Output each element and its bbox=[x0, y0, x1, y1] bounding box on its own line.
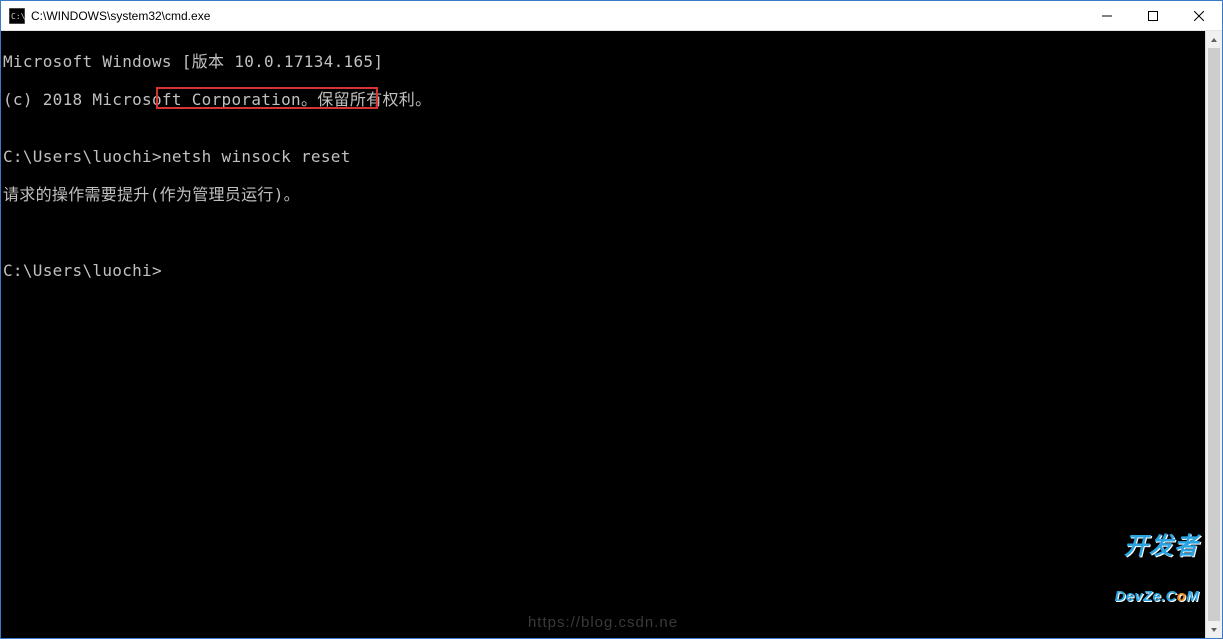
console-line-prompt1: C:\Users\luochi>netsh winsock reset bbox=[3, 147, 1203, 166]
window-title: C:\WINDOWS\system32\cmd.exe bbox=[31, 9, 1084, 23]
watermark-brand-cn: 开发者 bbox=[1115, 535, 1199, 559]
console-line-version: Microsoft Windows [版本 10.0.17134.165] bbox=[3, 52, 1203, 71]
window-controls bbox=[1084, 1, 1222, 30]
scroll-track[interactable] bbox=[1206, 48, 1222, 621]
console-content[interactable]: Microsoft Windows [版本 10.0.17134.165] (c… bbox=[1, 31, 1205, 638]
console-line-prompt2: C:\Users\luochi> bbox=[3, 261, 1203, 280]
console-line-copyright: (c) 2018 Microsoft Corporation。保留所有权利。 bbox=[3, 90, 1203, 109]
watermark-brand: 开发者 DevZe.CoM bbox=[1115, 503, 1199, 636]
svg-text:C:\: C:\ bbox=[11, 12, 25, 21]
close-button[interactable] bbox=[1176, 1, 1222, 30]
typed-command: netsh winsock reset bbox=[162, 147, 351, 166]
scroll-thumb[interactable] bbox=[1208, 48, 1220, 621]
cmd-icon: C:\ bbox=[9, 8, 25, 24]
minimize-button[interactable] bbox=[1084, 1, 1130, 30]
scroll-up-button[interactable] bbox=[1206, 31, 1222, 48]
prompt-prefix: C:\Users\luochi> bbox=[3, 147, 162, 166]
vertical-scrollbar[interactable] bbox=[1205, 31, 1222, 638]
watermark-url: https://blog.csdn.ne bbox=[528, 613, 678, 632]
maximize-button[interactable] bbox=[1130, 1, 1176, 30]
console-area: Microsoft Windows [版本 10.0.17134.165] (c… bbox=[1, 31, 1222, 638]
titlebar[interactable]: C:\ C:\WINDOWS\system32\cmd.exe bbox=[1, 1, 1222, 31]
watermark-brand-en: DevZe.CoM bbox=[1115, 589, 1199, 604]
cmd-window: C:\ C:\WINDOWS\system32\cmd.exe Microsof… bbox=[0, 0, 1223, 639]
scroll-down-button[interactable] bbox=[1206, 621, 1222, 638]
console-line-response: 请求的操作需要提升(作为管理员运行)。 bbox=[3, 185, 1203, 204]
